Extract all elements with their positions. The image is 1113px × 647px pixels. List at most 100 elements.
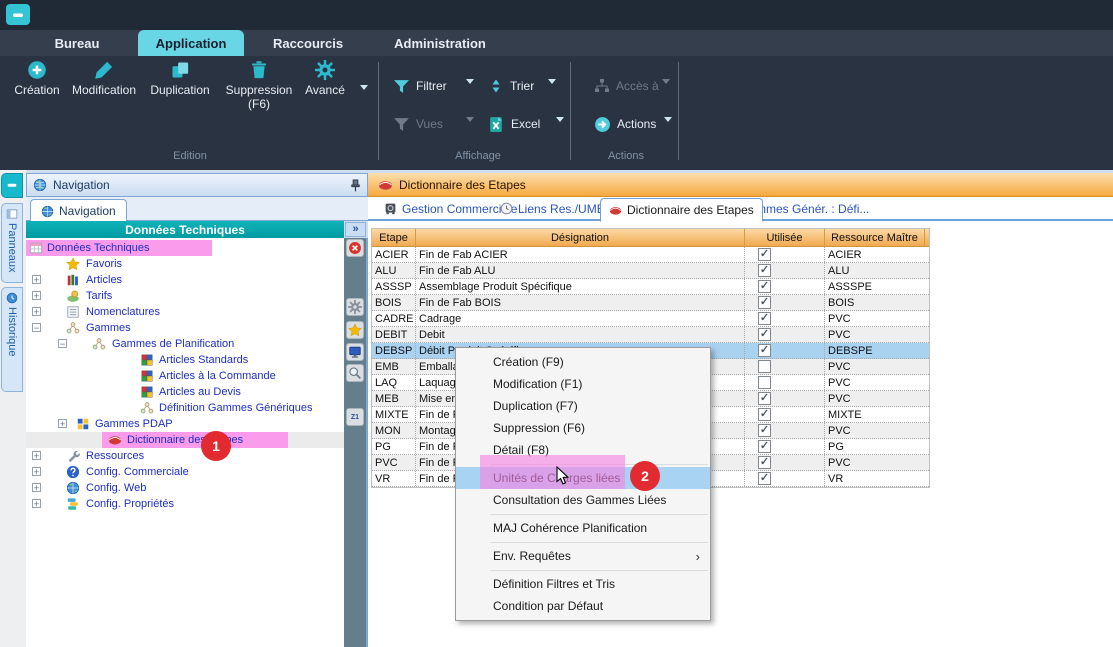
ribbon-tab-administration[interactable]: Administration	[384, 30, 496, 56]
modification-button[interactable]: Modification	[70, 60, 138, 97]
strip-cog-button[interactable]	[346, 298, 364, 316]
checkbox-checked[interactable]: ✓	[758, 248, 771, 261]
tree-expander-plus[interactable]: +	[32, 483, 41, 492]
tree-expander-plus[interactable]: +	[32, 451, 41, 460]
rail-tab-panneaux[interactable]: Panneaux	[1, 203, 23, 283]
tree-item-d-finition-gammes-g-n-riques[interactable]: Définition Gammes Génériques	[26, 400, 344, 416]
vues-button[interactable]: Vues	[393, 112, 443, 136]
duplication-button[interactable]: Duplication	[146, 60, 214, 97]
menu-item-cr-ation-f9-[interactable]: Création (F9)	[456, 351, 710, 373]
pin-icon[interactable]	[350, 179, 361, 192]
tree-item-config-propri-t-s[interactable]: +Config. Propriétés	[26, 496, 344, 512]
tree-expander-plus[interactable]: +	[32, 275, 41, 284]
actions-dropdown-arrow[interactable]	[664, 122, 672, 140]
menu-item-maj-coh-rence-planification[interactable]: MAJ Cohérence Planification	[456, 517, 710, 539]
checkbox-checked[interactable]: ✓	[758, 472, 771, 485]
excel-dropdown-arrow[interactable]	[556, 122, 564, 140]
vues-dropdown-arrow[interactable]	[466, 122, 474, 140]
checkbox-checked[interactable]: ✓	[758, 264, 771, 277]
tree-item-articles-au-devis[interactable]: Articles au Devis	[26, 384, 344, 400]
document-tab-dictionnaire-des-etapes[interactable]: Dictionnaire des Etapes	[600, 198, 763, 222]
question-icon	[66, 465, 80, 479]
tree-item-articles-standards[interactable]: Articles Standards	[26, 352, 344, 368]
acces-a-button[interactable]: Accès à	[594, 74, 659, 98]
table-row-cadre[interactable]: CADRECadrage✓PVC	[372, 311, 929, 327]
table-row-bois[interactable]: BOISFin de Fab BOIS✓BOIS	[372, 295, 929, 311]
checkbox-checked[interactable]: ✓	[758, 408, 771, 421]
excel-button[interactable]: Excel	[488, 112, 540, 136]
table-row-asssp[interactable]: ASSSPAssemblage Produit Spécifique✓ASSSP…	[372, 279, 929, 295]
actions-button[interactable]: Actions	[594, 112, 656, 136]
tree-expander-plus[interactable]: +	[32, 307, 41, 316]
trier-dropdown-arrow[interactable]	[548, 84, 556, 102]
creation-button[interactable]: Création	[8, 60, 66, 97]
nav-tab-navigation[interactable]: Navigation	[30, 199, 127, 222]
tree-item-tarifs[interactable]: +Tarifs	[26, 288, 344, 304]
acces-a-dropdown-arrow[interactable]	[662, 84, 670, 102]
tree-expander-plus[interactable]: +	[32, 467, 41, 476]
ribbon-tab-bureau[interactable]: Bureau	[27, 30, 127, 56]
tree-item-config-web[interactable]: +Config. Web	[26, 480, 344, 496]
tree-item-gammes[interactable]: −Gammes	[26, 320, 344, 336]
tree-item-articles-la-commande[interactable]: Articles à la Commande	[26, 368, 344, 384]
strip-z1-button[interactable]: Z1	[346, 408, 364, 426]
tree-item-articles[interactable]: +Articles	[26, 272, 344, 288]
avance-button[interactable]: Avancé	[298, 60, 352, 97]
column-header-utilis-e[interactable]: Utilisée	[745, 229, 825, 246]
tree-expander-plus[interactable]: +	[32, 499, 41, 508]
checkbox-checked[interactable]: ✓	[758, 440, 771, 453]
tree-expander-minus[interactable]: −	[58, 339, 67, 348]
menu-item-consultation-des-gammes-li-es[interactable]: Consultation des Gammes Liées	[456, 489, 710, 511]
menu-item-modification-f1-[interactable]: Modification (F1)	[456, 373, 710, 395]
tree-item-config-commerciale[interactable]: +Config. Commerciale	[26, 464, 344, 480]
app-logo-button[interactable]	[6, 4, 30, 25]
tree-item-nomenclatures[interactable]: +Nomenclatures	[26, 304, 344, 320]
avance-dropdown-arrow[interactable]	[360, 90, 368, 108]
checkbox-checked[interactable]: ✓	[758, 280, 771, 293]
tree-item-label: Articles Standards	[159, 354, 248, 366]
table-row-debit[interactable]: DEBITDebit✓PVC	[372, 327, 929, 343]
tree-item-gammes-pdap[interactable]: +Gammes PDAP	[26, 416, 344, 432]
tree-item-gammes-de-planification[interactable]: −Gammes de Planification	[26, 336, 344, 352]
column-header-etape[interactable]: Etape	[372, 229, 416, 246]
collapse-chevrons-button[interactable]: »	[345, 222, 366, 237]
tree-item-ressources[interactable]: +Ressources	[26, 448, 344, 464]
tree-item-dictionnaire-des-etapes[interactable]: Dictionnaire des Etapes	[26, 432, 344, 448]
checkbox-checked[interactable]: ✓	[758, 296, 771, 309]
column-header-d-signation[interactable]: Désignation	[416, 229, 745, 246]
menu-item-env-requ-tes[interactable]: Env. Requêtes›	[456, 545, 710, 567]
checkbox-unchecked[interactable]	[758, 360, 771, 373]
menu-item-d-finition-filtres-et-tris[interactable]: Définition Filtres et Tris	[456, 573, 710, 595]
rail-tab-logo[interactable]	[1, 173, 23, 198]
menu-item-duplication-f7-[interactable]: Duplication (F7)	[456, 395, 710, 417]
filtrer-dropdown-arrow[interactable]	[466, 84, 474, 102]
checkbox-checked[interactable]: ✓	[758, 344, 771, 357]
table-row-acier[interactable]: ACIERFin de Fab ACIER✓ACIER	[372, 247, 929, 263]
strip-magnifier-button[interactable]	[346, 364, 364, 382]
tree-expander-minus[interactable]: −	[32, 323, 41, 332]
trier-button[interactable]: Trier	[488, 74, 534, 98]
cell-ressource-maitre: DEBSPE	[825, 343, 925, 358]
ribbon-tab-application[interactable]: Application	[138, 30, 244, 56]
checkbox-checked[interactable]: ✓	[758, 312, 771, 325]
tree-expander-plus[interactable]: +	[32, 291, 41, 300]
tree-item-favoris[interactable]: Favoris	[26, 256, 344, 272]
menu-item-suppression-f6-[interactable]: Suppression (F6)	[456, 417, 710, 439]
rail-tab-historique[interactable]: Historique	[1, 287, 23, 392]
menu-item-condition-par-d-faut[interactable]: Condition par Défaut	[456, 595, 710, 617]
column-header-ressource-ma-tre[interactable]: Ressource Maître	[825, 229, 925, 246]
tree-expander-plus[interactable]: +	[58, 419, 67, 428]
checkbox-unchecked[interactable]	[758, 376, 771, 389]
filtrer-button[interactable]: Filtrer	[393, 74, 447, 98]
table-row-alu[interactable]: ALUFin de Fab ALU✓ALU	[372, 263, 929, 279]
checkbox-checked[interactable]: ✓	[758, 392, 771, 405]
tree-item-donn-es-techniques[interactable]: Données Techniques	[26, 240, 344, 256]
checkbox-checked[interactable]: ✓	[758, 456, 771, 469]
strip-star-button[interactable]	[346, 321, 364, 339]
ribbon-tab-raccourcis[interactable]: Raccourcis	[258, 30, 358, 56]
suppression-button[interactable]: Suppression (F6)	[226, 60, 292, 111]
strip-close-button[interactable]	[346, 239, 364, 257]
strip-monitor-button[interactable]	[346, 343, 364, 361]
checkbox-checked[interactable]: ✓	[758, 424, 771, 437]
checkbox-checked[interactable]: ✓	[758, 328, 771, 341]
